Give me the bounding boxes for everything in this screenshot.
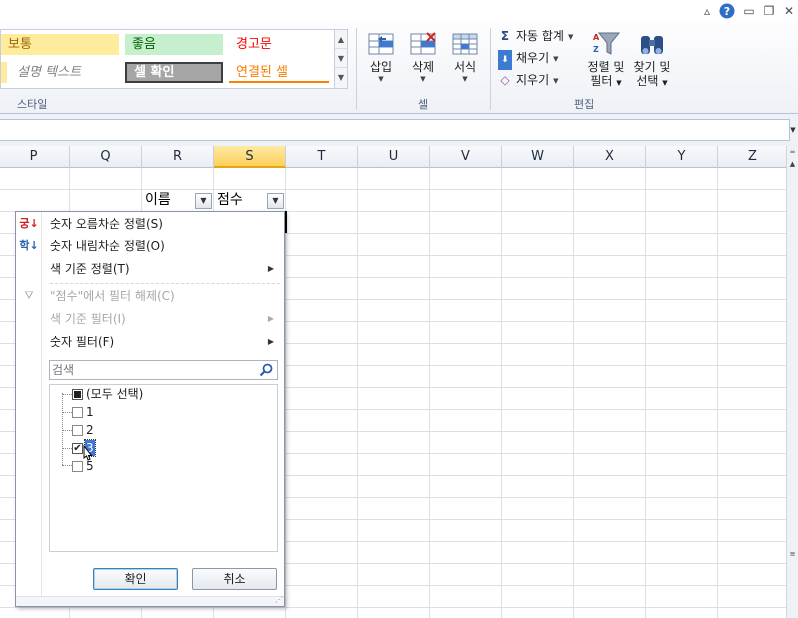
menu-icon-gutter bbox=[16, 212, 42, 596]
delete-button[interactable]: 삭제 ▼ bbox=[404, 26, 442, 96]
menu-separator bbox=[50, 283, 280, 284]
submenu-arrow-icon: ▶ bbox=[267, 337, 274, 346]
menu-sort-by-color[interactable]: 색 기준 정렬(T) ▶ bbox=[50, 258, 280, 280]
cell-name-header: 이름 bbox=[145, 192, 171, 208]
column-header-row: P Q R S T U V W X Y Z bbox=[0, 146, 788, 168]
menu-resize-bar bbox=[16, 596, 284, 606]
group-divider bbox=[490, 28, 491, 110]
format-cells-icon bbox=[452, 33, 478, 55]
sigma-icon: Σ bbox=[500, 29, 510, 43]
scroll-thumb-grip-icon[interactable]: ≡ bbox=[787, 546, 798, 562]
formula-bar: ▼ bbox=[0, 114, 798, 146]
svg-text:A: A bbox=[593, 33, 600, 42]
submenu-arrow-icon: ▶ bbox=[267, 264, 274, 273]
eraser-icon: ◇ bbox=[500, 73, 510, 87]
binoculars-icon bbox=[641, 36, 663, 54]
sort-filter-icon: A Z bbox=[593, 32, 621, 55]
column-header-u[interactable]: U bbox=[358, 146, 430, 168]
column-header-y[interactable]: Y bbox=[646, 146, 718, 168]
gallery-more-icon[interactable]: ▼ bbox=[335, 68, 347, 87]
filter-dropdown-name-icon[interactable]: ▼ bbox=[195, 193, 212, 209]
style-linked-cell[interactable]: 연결된 셀 bbox=[229, 62, 329, 83]
filter-search-input[interactable] bbox=[50, 361, 250, 379]
cells-group-label: 셀 bbox=[418, 98, 429, 111]
column-header-s[interactable]: S bbox=[214, 146, 286, 168]
resize-grip-icon[interactable]: ⋰ bbox=[273, 595, 283, 605]
filter-search-field[interactable] bbox=[49, 360, 278, 380]
fill-button[interactable]: ⬇ 채우기 ▼ bbox=[498, 48, 559, 70]
group-divider bbox=[356, 28, 357, 110]
autofilter-menu: 궁↓ 숫자 오름차순 정렬(S) 학↓ 숫자 내림차순 정렬(O) 색 기준 정… bbox=[15, 211, 285, 607]
help-icon[interactable]: ? bbox=[719, 3, 735, 19]
scroll-up-icon[interactable]: ▲ bbox=[787, 158, 798, 170]
insert-button[interactable]: 삽입 ▼ bbox=[362, 26, 400, 96]
ribbon: 보통 좋음 경고문 설명 텍스트 셀 확인 연결된 셀 ▲ ▼ ▼ 스타일 삽입… bbox=[0, 22, 798, 114]
svg-text:?: ? bbox=[724, 5, 730, 18]
gallery-up-icon[interactable]: ▲ bbox=[335, 30, 347, 49]
column-header-r[interactable]: R bbox=[142, 146, 214, 168]
ok-button[interactable]: 확인 bbox=[93, 568, 178, 590]
sort-filter-button[interactable]: A Z 정렬 및 필터 ▼ bbox=[584, 26, 628, 96]
find-select-button[interactable]: 찾기 및 선택 ▼ bbox=[630, 26, 674, 96]
checkbox-unchecked-icon[interactable] bbox=[72, 407, 83, 418]
vertical-scrollbar[interactable]: ═ ▲ ≡ bbox=[786, 146, 798, 618]
formula-input[interactable] bbox=[0, 119, 790, 141]
sort-descending-icon: 학↓ bbox=[19, 239, 39, 252]
restore-icon[interactable]: ❐ bbox=[762, 3, 776, 19]
search-icon[interactable] bbox=[258, 362, 274, 378]
autosum-button[interactable]: Σ 자동 합계 ▼ bbox=[498, 26, 573, 46]
column-header-z[interactable]: Z bbox=[718, 146, 788, 168]
title-bar: ▵ ? ▭ ❐ ✕ bbox=[0, 0, 798, 22]
column-header-x[interactable]: X bbox=[574, 146, 646, 168]
style-normal-bad[interactable]: 보통 bbox=[1, 34, 119, 55]
style-warning-text[interactable]: 경고문 bbox=[229, 34, 329, 55]
sort-ascending-icon: 궁↓ bbox=[19, 217, 39, 230]
checkbox-unchecked-icon[interactable] bbox=[72, 425, 83, 436]
column-header-t[interactable]: T bbox=[286, 146, 358, 168]
checkbox-partial-icon[interactable] bbox=[72, 389, 83, 400]
editing-group-label: 편집 bbox=[574, 98, 595, 111]
filter-value-list[interactable]: (모두 선택) 1 2 ✔ 3 5 bbox=[49, 384, 278, 552]
cancel-button[interactable]: 취소 bbox=[192, 568, 277, 590]
column-header-p[interactable]: P bbox=[0, 146, 70, 168]
svg-text:Z: Z bbox=[593, 45, 599, 54]
clear-filter-icon: ⛛ bbox=[24, 289, 34, 302]
cell-score-header: 점수 bbox=[217, 192, 243, 208]
menu-filter-by-color: 색 기준 필터(I) ▶ bbox=[50, 308, 280, 330]
column-header-w[interactable]: W bbox=[502, 146, 574, 168]
gallery-scrollbar[interactable]: ▲ ▼ ▼ bbox=[334, 29, 348, 89]
insert-cells-icon bbox=[368, 33, 394, 55]
formula-expand-icon[interactable]: ▼ bbox=[788, 119, 798, 141]
fill-down-icon: ⬇ bbox=[498, 50, 512, 70]
collapse-ribbon-icon[interactable]: ▵ bbox=[700, 3, 714, 19]
minimize-icon[interactable]: ▭ bbox=[742, 3, 756, 19]
column-header-v[interactable]: V bbox=[430, 146, 502, 168]
style-explanatory-text[interactable]: 설명 텍스트 bbox=[1, 62, 119, 83]
column-header-q[interactable]: Q bbox=[70, 146, 142, 168]
submenu-arrow-icon: ▶ bbox=[267, 314, 274, 323]
style-check-cell[interactable]: 셀 확인 bbox=[125, 62, 223, 83]
cell-styles-gallery: 보통 좋음 경고문 설명 텍스트 셀 확인 연결된 셀 bbox=[0, 29, 336, 89]
menu-clear-filter: "점수"에서 필터 해제(C) bbox=[50, 289, 175, 303]
format-button[interactable]: 서식 ▼ bbox=[446, 26, 484, 96]
close-icon[interactable]: ✕ bbox=[782, 3, 796, 19]
menu-number-filters[interactable]: 숫자 필터(F) ▶ bbox=[50, 331, 280, 353]
gallery-down-icon[interactable]: ▼ bbox=[335, 49, 347, 68]
style-good[interactable]: 좋음 bbox=[125, 34, 223, 55]
filter-dropdown-score-icon[interactable]: ▼ bbox=[267, 193, 284, 209]
split-bar[interactable]: ═ bbox=[787, 146, 798, 158]
delete-cells-icon bbox=[410, 32, 436, 55]
menu-sort-descending[interactable]: 숫자 내림차순 정렬(O) bbox=[50, 235, 280, 257]
menu-sort-ascending[interactable]: 숫자 오름차순 정렬(S) bbox=[50, 213, 280, 235]
styles-group-label: 스타일 bbox=[17, 98, 48, 111]
clear-button[interactable]: ◇ 지우기 ▼ bbox=[498, 70, 558, 90]
mouse-pointer-icon bbox=[83, 445, 93, 461]
